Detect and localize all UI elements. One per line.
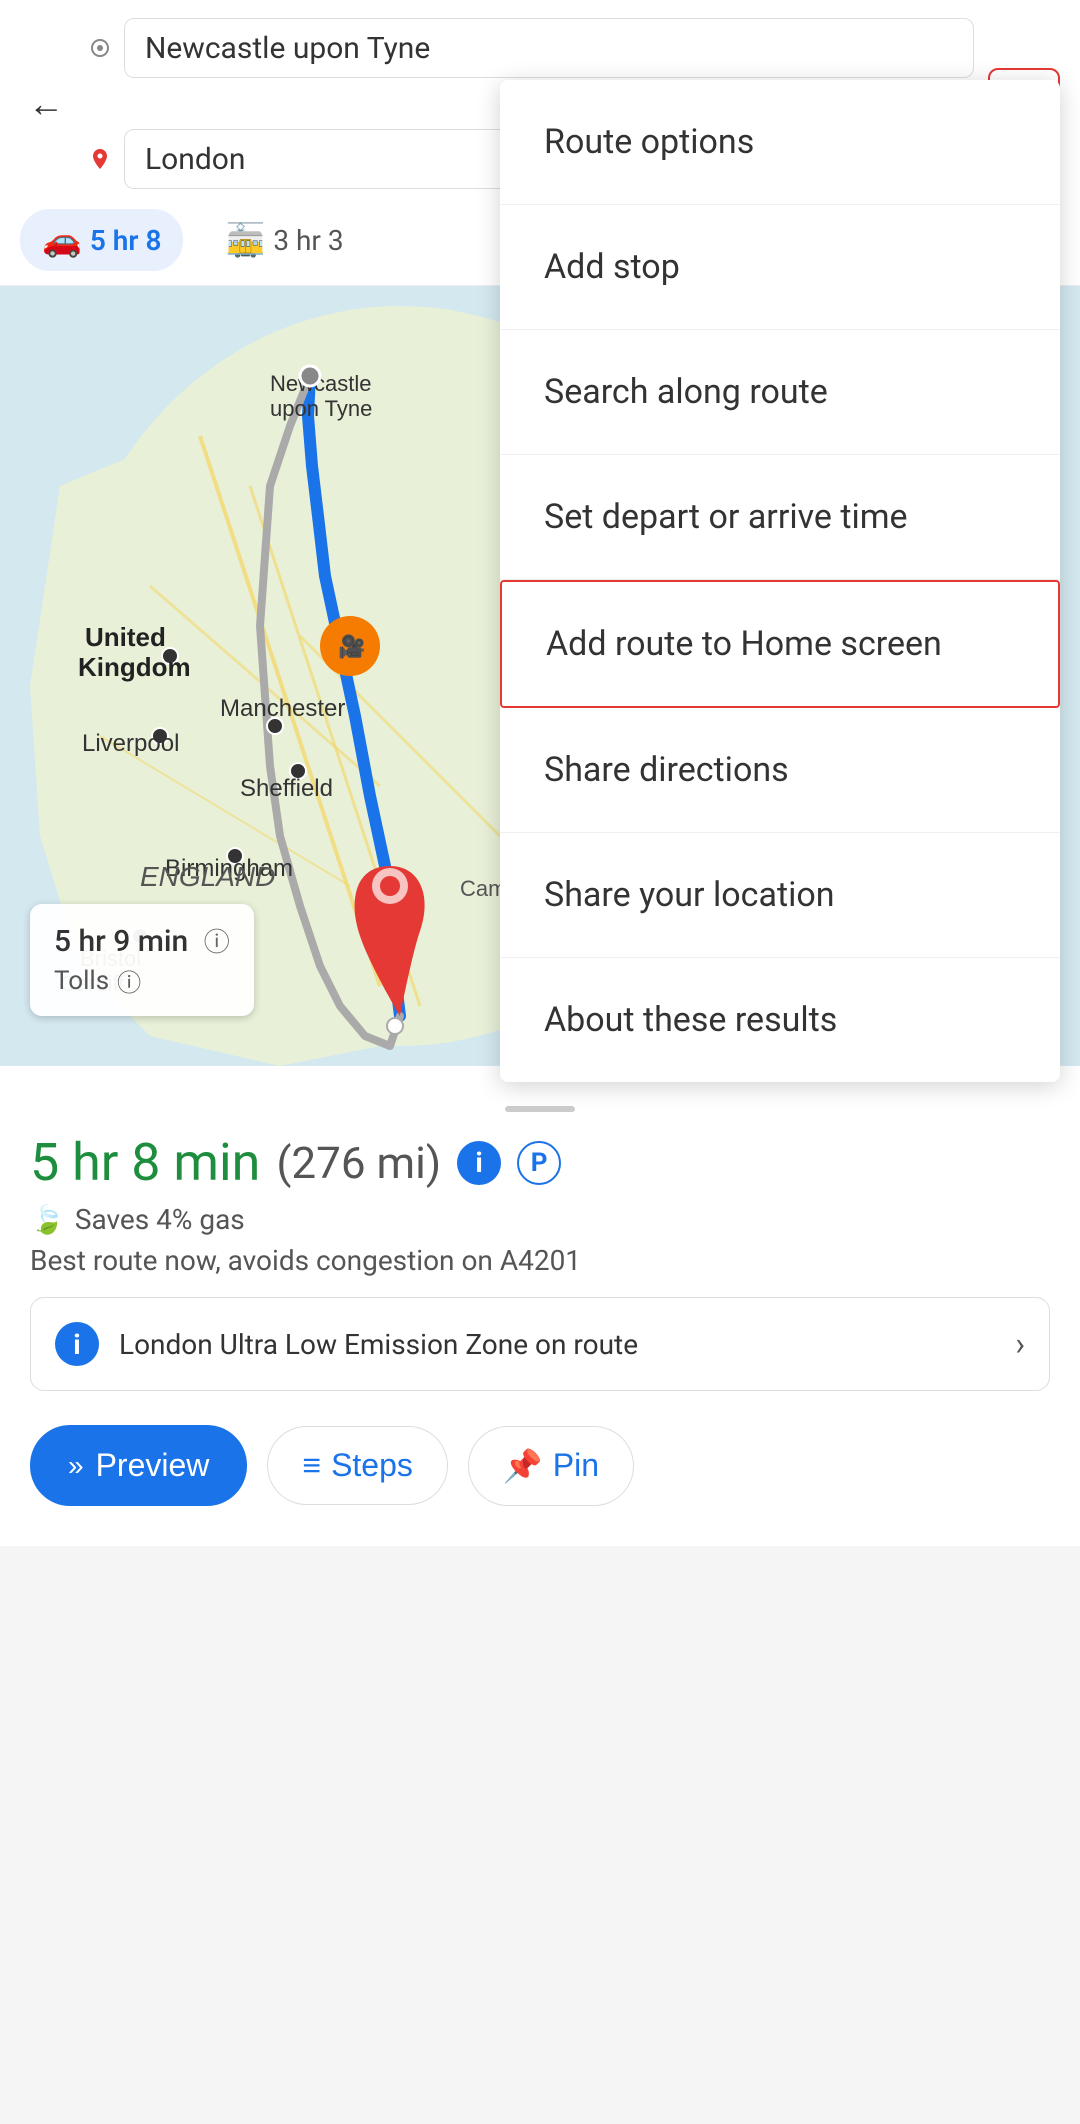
preview-arrow-icon: » (68, 1450, 84, 1482)
steps-button[interactable]: ≡ Steps (267, 1426, 448, 1505)
svg-text:upon Tyne: upon Tyne (270, 396, 372, 421)
dropdown-menu: Route options Add stop Search along rout… (500, 80, 1060, 1082)
svg-text:United: United (85, 622, 166, 652)
distance-text: (276 mi) (276, 1137, 441, 1189)
route-info-box: 5 hr 9 min ⓘ Tolls ⓘ (30, 904, 254, 1016)
emission-zone-card[interactable]: i London Ultra Low Emission Zone on rout… (30, 1297, 1050, 1391)
back-icon: ← (28, 83, 64, 125)
menu-item-route-options[interactable]: Route options (500, 80, 1060, 205)
menu-item-add-route-home[interactable]: Add route to Home screen (500, 580, 1060, 708)
emission-info-icon: i (55, 1322, 99, 1366)
preview-button[interactable]: » Preview (30, 1425, 247, 1506)
menu-item-about-results[interactable]: About these results (500, 958, 1060, 1082)
route-tolls: Tolls ⓘ (54, 963, 230, 998)
menu-item-search-along-route[interactable]: Search along route (500, 330, 1060, 455)
car-tab-label: 5 hr 8 (90, 224, 162, 257)
svg-text:ENGLAND: ENGLAND (140, 861, 275, 892)
car-icon: 🚗 (42, 221, 82, 259)
emission-text: London Ultra Low Emission Zone on route (119, 1328, 995, 1361)
info-icon-small: ⓘ (204, 928, 230, 958)
menu-item-set-depart-arrive[interactable]: Set depart or arrive time (500, 455, 1060, 580)
svg-text:Manchester: Manchester (220, 695, 345, 722)
parking-button[interactable]: P (517, 1141, 561, 1185)
duration-text: 5 hr 8 min (30, 1132, 260, 1193)
svg-text:Sheffield: Sheffield (240, 775, 333, 802)
tolls-info-icon: ⓘ (117, 963, 141, 998)
origin-icon (86, 34, 114, 62)
svg-text:Liverpool: Liverpool (82, 730, 179, 757)
steps-icon: ≡ (302, 1447, 321, 1484)
action-buttons: » Preview ≡ Steps 📌 Pin (0, 1401, 1080, 1546)
pin-button[interactable]: 📌 Pin (468, 1426, 634, 1506)
leaf-icon: 🍃 (30, 1203, 65, 1236)
route-description: Best route now, avoids congestion on A42… (30, 1244, 1050, 1277)
tab-car[interactable]: 🚗 5 hr 8 (20, 209, 183, 271)
gas-save-row: 🍃 Saves 4% gas (30, 1203, 1050, 1236)
menu-item-share-directions[interactable]: Share directions (500, 708, 1060, 833)
chevron-right-icon: › (1015, 1325, 1025, 1363)
menu-item-share-location[interactable]: Share your location (500, 833, 1060, 958)
tab-transit[interactable]: 🚋 3 hr 3 (203, 209, 365, 271)
pin-icon: 📌 (503, 1447, 543, 1485)
toll-info-button[interactable]: i (457, 1141, 501, 1185)
destination-icon (86, 145, 114, 173)
svg-text:Kingdom: Kingdom (78, 652, 191, 682)
svg-text:🎥: 🎥 (338, 634, 365, 659)
route-time: 5 hr 9 min ⓘ (54, 922, 230, 959)
bottom-info: 5 hr 8 min (276 mi) i P 🍃 Saves 4% gas B… (0, 1066, 1080, 1401)
transit-icon: 🚋 (225, 221, 265, 259)
transit-tab-label: 3 hr 3 (273, 224, 343, 257)
origin-row: Newcastle upon Tyne (86, 18, 974, 78)
menu-item-add-stop[interactable]: Add stop (500, 205, 1060, 330)
main-duration: 5 hr 8 min (276 mi) i P (30, 1132, 1050, 1193)
origin-input[interactable]: Newcastle upon Tyne (124, 18, 974, 78)
back-button[interactable]: ← (20, 78, 72, 130)
